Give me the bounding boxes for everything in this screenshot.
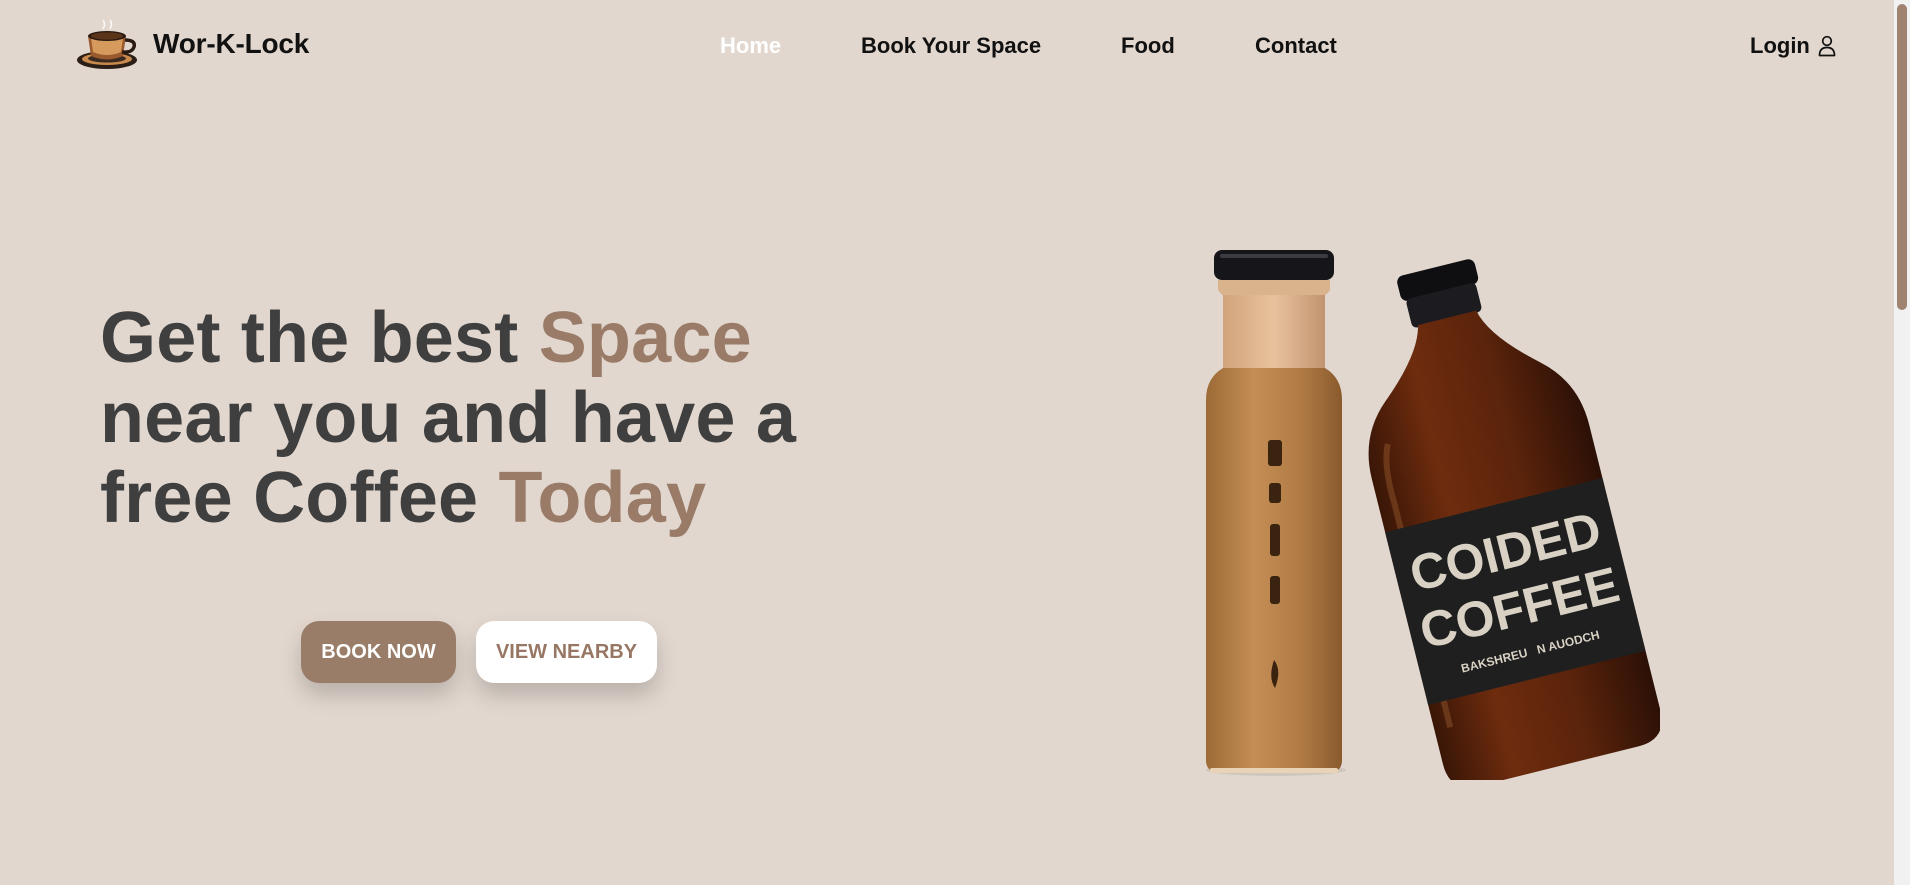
login-label: Login <box>1750 33 1810 58</box>
hero-title-text: free Coffee <box>100 458 499 538</box>
hero-title-line-2: near you and have a <box>100 378 797 458</box>
hero-title-accent-today: Today <box>498 458 707 538</box>
hero-title: Get the best Space near you and have a f… <box>100 298 840 538</box>
page-scrollbar[interactable] <box>1894 0 1910 885</box>
nav-link-book-your-space[interactable]: Book Your Space <box>861 30 1041 62</box>
view-nearby-button[interactable]: VIEW NEARBY <box>476 621 657 683</box>
coffee-bottles-image: COIDED COFFEE BAKSHREU N AUODCH <box>1206 250 1660 780</box>
brand[interactable]: Wor-K-Lock <box>75 16 309 72</box>
brand-name: Wor-K-Lock <box>153 28 310 59</box>
login-button[interactable]: Login <box>1750 30 1836 62</box>
user-icon <box>1818 35 1836 57</box>
hero-title-accent-space: Space <box>538 298 752 378</box>
scrollbar-thumb[interactable] <box>1897 4 1907 310</box>
book-now-button[interactable]: BOOK NOW <box>301 621 456 683</box>
hero-title-line-1: Get the best Space <box>100 298 840 378</box>
hero-title-line-3: free Coffee Today <box>100 458 840 538</box>
nav-link-home[interactable]: Home <box>720 30 781 62</box>
navbar: Wor-K-Lock Home Book Your Space Food Con… <box>0 0 1894 92</box>
nav-link-food[interactable]: Food <box>1121 30 1175 62</box>
coffee-cup-logo-icon <box>77 19 137 69</box>
nav-link-contact[interactable]: Contact <box>1255 30 1337 62</box>
hero-title-text: Get the best <box>100 298 539 378</box>
